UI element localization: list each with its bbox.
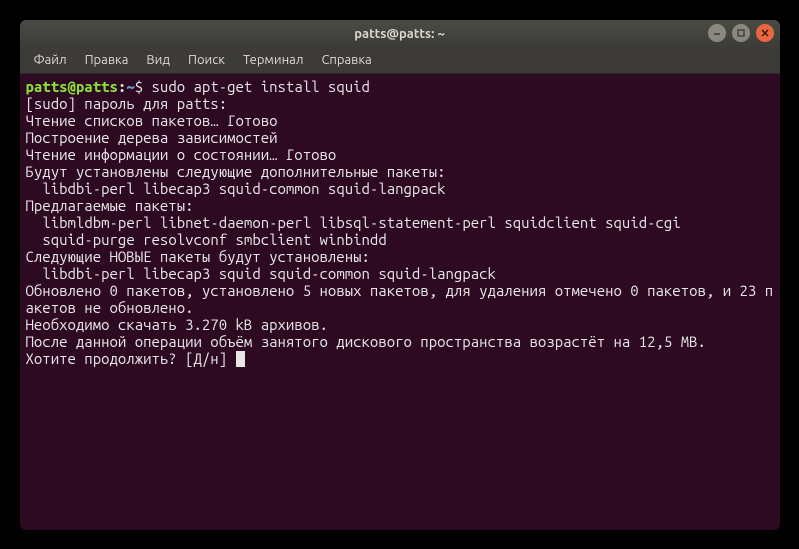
output-line: libdbi-perl libecap3 squid-common squid-… xyxy=(26,180,446,197)
window-title: patts@patts: ~ xyxy=(354,27,445,41)
minimize-icon xyxy=(712,28,722,38)
close-icon xyxy=(760,28,770,38)
cursor xyxy=(236,351,245,367)
maximize-button[interactable] xyxy=(732,24,750,42)
menu-view[interactable]: Вид xyxy=(138,50,178,70)
prompt-dollar: $ xyxy=(135,78,143,95)
maximize-icon xyxy=(736,28,746,38)
menubar: Файл Правка Вид Поиск Терминал Справка xyxy=(20,48,780,74)
menu-terminal[interactable]: Терминал xyxy=(235,50,311,70)
prompt-path: ~ xyxy=(126,78,134,95)
window-controls xyxy=(708,24,774,42)
menu-search[interactable]: Поиск xyxy=(180,50,233,70)
output-line: Необходимо скачать 3.270 kB архивов. xyxy=(26,316,328,333)
menu-edit[interactable]: Правка xyxy=(77,50,137,70)
prompt-command: sudo apt-get install squid xyxy=(152,78,370,95)
prompt-userhost: patts@patts xyxy=(26,78,118,95)
close-button[interactable] xyxy=(756,24,774,42)
output-line: Следующие НОВЫЕ пакеты будут установлены… xyxy=(26,248,370,265)
output-line: Будут установлены следующие дополнительн… xyxy=(26,163,446,180)
output-line: squid-purge resolvconf smbclient winbind… xyxy=(26,231,387,248)
output-line: Хотите продолжить? [Д/н] xyxy=(26,350,236,367)
terminal-area[interactable]: patts@patts:~$ sudo apt-get install squi… xyxy=(20,74,780,530)
terminal-window: patts@patts: ~ Файл Правка Вид Поиск Тер… xyxy=(20,20,780,530)
titlebar: patts@patts: ~ xyxy=(20,20,780,48)
output-line: [sudo] пароль для patts: xyxy=(26,95,228,112)
minimize-button[interactable] xyxy=(708,24,726,42)
output-line: Обновлено 0 пакетов, установлено 5 новых… xyxy=(26,282,774,316)
menu-help[interactable]: Справка xyxy=(313,50,379,70)
output-line: Чтение информации о состоянии… Готово xyxy=(26,146,337,163)
output-line: После данной операции объём занятого дис… xyxy=(26,333,706,350)
output-line: libdbi-perl libecap3 squid squid-common … xyxy=(26,265,496,282)
output-line: Построение дерева зависимостей xyxy=(26,129,278,146)
menu-file[interactable]: Файл xyxy=(26,50,75,70)
output-line: Предлагаемые пакеты: xyxy=(26,197,194,214)
output-line: Чтение списков пакетов… Готово xyxy=(26,112,278,129)
output-line: libmldbm-perl libnet-daemon-perl libsql-… xyxy=(26,214,681,231)
